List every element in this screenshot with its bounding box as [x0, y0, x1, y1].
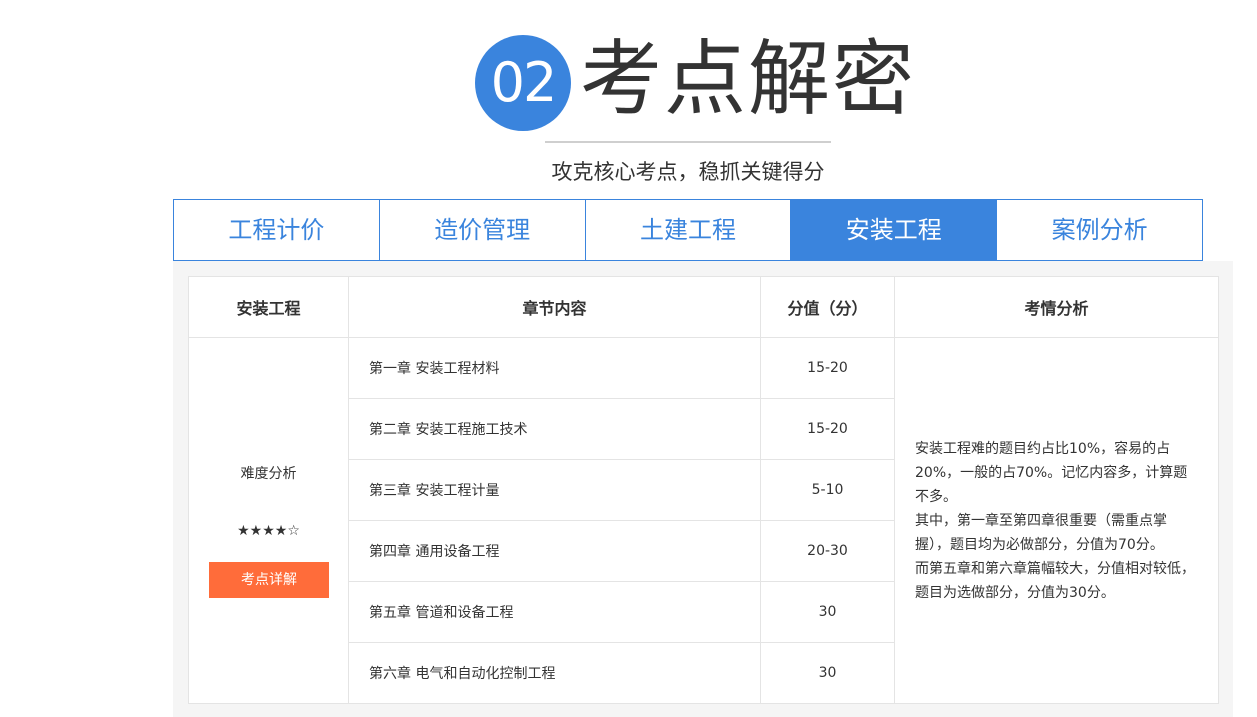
- section-title: 考点解密: [580, 32, 917, 127]
- table-row: 难度分析 ★★★★☆ 考点详解 第一章 安装工程材料 15-20 安装工程难的题…: [188, 337, 1219, 704]
- analysis-paragraph: 而第五章和第六章篇幅较大，分值相对较低，题目为选做部分，分值为30分。: [915, 560, 1195, 601]
- score-cell: 30: [760, 642, 895, 704]
- header-subject: 安装工程: [188, 276, 349, 338]
- tab-installation-engineering[interactable]: 安装工程: [791, 199, 998, 261]
- exam-point-detail-button[interactable]: 考点详解: [209, 562, 329, 598]
- score-cell: 5-10: [760, 459, 895, 521]
- tab-engineering-pricing[interactable]: 工程计价: [173, 199, 380, 261]
- exam-points-table: 安装工程 章节内容 分值（分） 考情分析 难度分析 ★★★★☆ 考点详解 第一章…: [188, 276, 1219, 704]
- chapter-cell: 第二章 安装工程施工技术: [348, 398, 761, 460]
- chapter-cell: 第一章 安装工程材料: [348, 337, 761, 399]
- score-cell: 15-20: [760, 398, 895, 460]
- analysis-paragraph: 安装工程难的题目约占比10%，容易的占20%，一般的占70%。记忆内容多，计算题…: [915, 440, 1188, 505]
- chapter-cell: 第三章 安装工程计量: [348, 459, 761, 521]
- tab-case-analysis[interactable]: 案例分析: [997, 199, 1203, 261]
- section-header: 02 考点解密 攻克核心考点，稳抓关键得分: [0, 0, 1257, 200]
- header-chapter: 章节内容: [348, 276, 761, 338]
- difficulty-label: 难度分析: [240, 466, 297, 482]
- chapter-cell: 第四章 通用设备工程: [348, 520, 761, 582]
- chapter-cell: 第六章 电气和自动化控制工程: [348, 642, 761, 704]
- section-number-badge: 02: [475, 35, 571, 131]
- analysis-paragraph: 其中，第一章至第四章很重要（需重点掌握），题目均为必做部分，分值为70分。: [915, 512, 1167, 553]
- title-divider: [545, 141, 831, 143]
- difficulty-cell: 难度分析 ★★★★☆ 考点详解: [188, 337, 349, 704]
- score-cell: 20-30: [760, 520, 895, 582]
- header-score: 分值（分）: [760, 276, 895, 338]
- section-subtitle: 攻克核心考点，稳抓关键得分: [551, 160, 825, 184]
- score-cell: 30: [760, 581, 895, 643]
- table-header-row: 安装工程 章节内容 分值（分） 考情分析: [188, 276, 1219, 338]
- subject-tabs: 工程计价 造价管理 土建工程 安装工程 案例分析: [173, 199, 1203, 261]
- tab-cost-management[interactable]: 造价管理: [379, 199, 586, 261]
- tab-civil-engineering[interactable]: 土建工程: [585, 199, 792, 261]
- score-cell: 15-20: [760, 337, 895, 399]
- chapter-cell: 第五章 管道和设备工程: [348, 581, 761, 643]
- difficulty-stars: ★★★★☆: [237, 523, 300, 539]
- analysis-cell: 安装工程难的题目约占比10%，容易的占20%，一般的占70%。记忆内容多，计算题…: [894, 337, 1219, 704]
- header-analysis: 考情分析: [894, 276, 1219, 338]
